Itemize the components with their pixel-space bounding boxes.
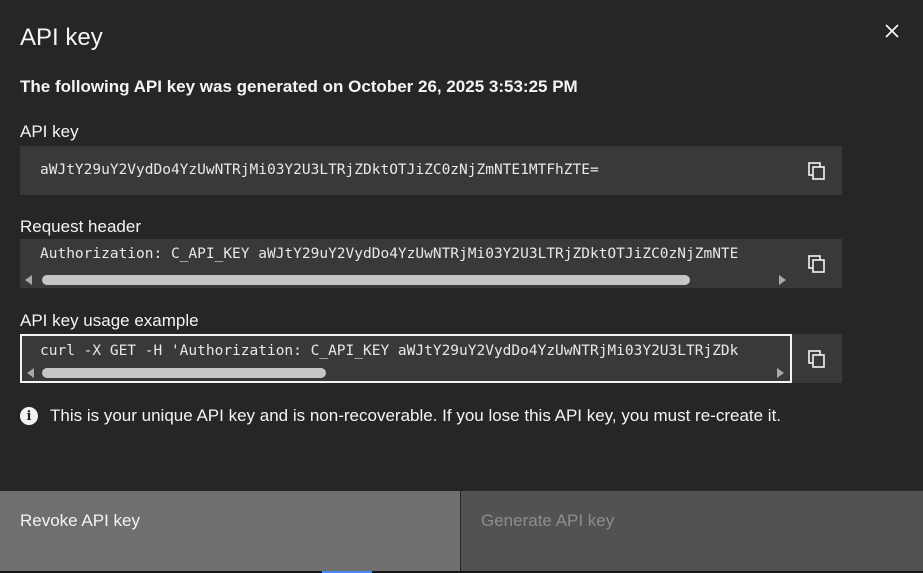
api-key-modal: API key The following API key was genera… — [0, 0, 923, 573]
generated-on-text: The following API key was generated on O… — [20, 77, 578, 96]
note-text: This is your unique API key and is non-r… — [50, 406, 782, 425]
close-button[interactable] — [878, 17, 906, 45]
copy-api-key-button[interactable] — [792, 146, 842, 195]
api-key-value: aWJtY29uY2VydDo4YzUwNTRjMi03Y2U3LTRjZDkt… — [40, 162, 599, 178]
scroll-right-arrow[interactable] — [779, 275, 786, 285]
copy-icon — [808, 254, 825, 273]
usage-example-value: curl -X GET -H 'Authorization: C_API_KEY… — [40, 343, 739, 359]
usage-example-code-box[interactable]: curl -X GET -H 'Authorization: C_API_KEY… — [20, 334, 792, 383]
copy-request-header-button[interactable] — [792, 239, 842, 288]
usage-example-scrollbar[interactable] — [22, 366, 790, 379]
scroll-right-arrow[interactable] — [777, 368, 784, 378]
info-icon: i — [20, 407, 38, 425]
scrollbar-thumb[interactable] — [42, 275, 690, 285]
request-header-scrollbar[interactable] — [20, 273, 792, 286]
request-header-value: Authorization: C_API_KEY aWJtY29uY2VydDo… — [40, 246, 739, 262]
modal-footer: Revoke API key Generate API key — [0, 491, 923, 571]
request-header-label: Request header — [20, 217, 141, 236]
copy-icon — [808, 161, 825, 180]
usage-example-label: API key usage example — [20, 311, 199, 330]
generate-api-key-button[interactable]: Generate API key — [461, 491, 923, 571]
non-recoverable-note: i This is your unique API key and is non… — [20, 406, 781, 426]
scrollbar-thumb[interactable] — [42, 368, 326, 378]
copy-usage-example-button[interactable] — [792, 334, 842, 383]
close-icon — [885, 24, 899, 38]
request-header-code-box[interactable]: Authorization: C_API_KEY aWJtY29uY2VydDo… — [20, 239, 792, 288]
revoke-api-key-button[interactable]: Revoke API key — [0, 491, 460, 571]
api-key-label: API key — [20, 122, 79, 141]
copy-icon — [808, 349, 825, 368]
modal-title: API key — [20, 24, 103, 51]
scroll-left-arrow[interactable] — [25, 275, 32, 285]
api-key-code-box[interactable]: aWJtY29uY2VydDo4YzUwNTRjMi03Y2U3LTRjZDkt… — [20, 146, 792, 195]
scroll-left-arrow[interactable] — [27, 368, 34, 378]
